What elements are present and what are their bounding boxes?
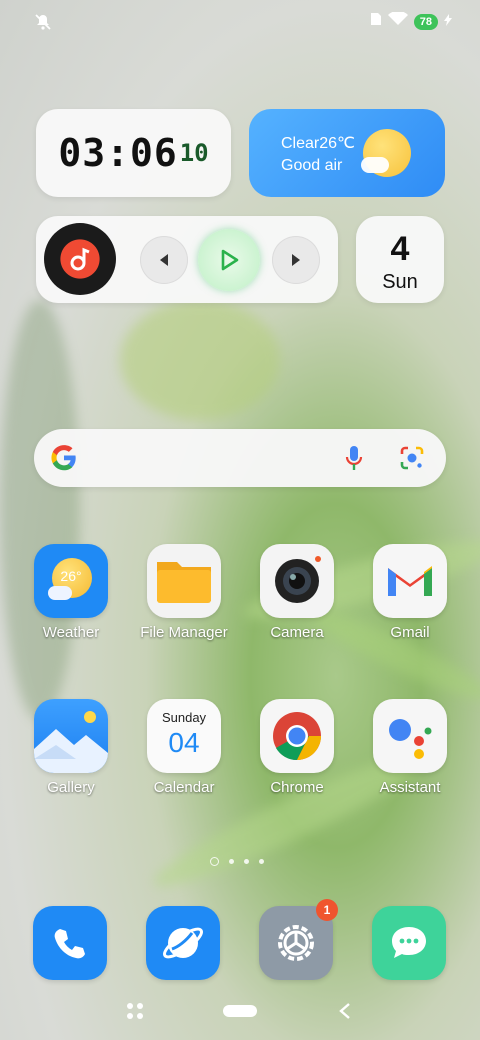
- weather-icon-temp: 26°: [60, 568, 82, 584]
- page-dot: [229, 859, 234, 864]
- clock-seconds: 10: [179, 139, 209, 167]
- app-label: Camera: [270, 624, 324, 641]
- charging-icon: [444, 13, 452, 31]
- phone-icon: [54, 929, 85, 959]
- home-button[interactable]: [223, 1005, 257, 1017]
- message-bubble-icon: [392, 927, 426, 958]
- google-logo-icon: [50, 444, 78, 477]
- gmail-icon: [373, 544, 447, 618]
- settings-gear-icon: [278, 925, 314, 961]
- phone-app[interactable]: [33, 906, 107, 980]
- page-dot-active: [210, 857, 219, 866]
- app-label: Gmail: [390, 624, 430, 641]
- google-lens-icon[interactable]: [399, 445, 425, 476]
- app-calendar[interactable]: Sunday 04 Calendar: [134, 699, 234, 796]
- back-button[interactable]: [338, 1002, 352, 1025]
- date-widget[interactable]: 4 Sun: [356, 216, 444, 303]
- sim-card-icon: [370, 12, 382, 31]
- google-search-bar[interactable]: [34, 429, 446, 487]
- assistant-icon: [373, 699, 447, 773]
- folder-icon: [147, 544, 221, 618]
- calendar-icon-date: 04: [168, 727, 200, 758]
- battery-level: 78: [413, 13, 438, 30]
- play-button[interactable]: [198, 229, 260, 291]
- clock-time: 03:06: [58, 131, 178, 175]
- status-bar: 78: [0, 0, 480, 44]
- camera-icon: [260, 544, 334, 618]
- browser-app[interactable]: [146, 906, 220, 980]
- weather-condition: Clear26℃: [281, 135, 355, 152]
- page-dot: [259, 859, 264, 864]
- previous-track-button[interactable]: [140, 236, 188, 284]
- app-label: Assistant: [379, 779, 441, 796]
- app-chrome[interactable]: Chrome: [247, 699, 347, 796]
- app-label: Weather: [42, 624, 100, 641]
- app-camera[interactable]: Camera: [247, 544, 347, 641]
- calendar-icon-weekday: Sunday: [161, 710, 207, 725]
- music-note-icon: [44, 223, 116, 295]
- previous-icon: [160, 254, 168, 266]
- browser-planet-icon: [163, 927, 203, 959]
- app-gmail[interactable]: Gmail: [360, 544, 460, 641]
- app-assistant[interactable]: Assistant: [360, 699, 460, 796]
- voice-search-mic-icon[interactable]: [344, 444, 364, 477]
- app-weather[interactable]: 26° Weather: [21, 544, 121, 641]
- page-indicator: [210, 857, 264, 866]
- chrome-icon: [260, 699, 334, 773]
- app-gallery[interactable]: Gallery: [21, 699, 121, 796]
- cloud-icon: [361, 157, 389, 173]
- gallery-icon: [34, 699, 108, 773]
- notification-badge: 1: [316, 899, 338, 921]
- app-label: Gallery: [47, 779, 95, 796]
- play-icon: [221, 249, 239, 271]
- air-quality: Good air: [281, 157, 343, 174]
- weather-widget[interactable]: Clear26℃ Good air: [249, 109, 445, 197]
- background-leaf: [0, 300, 80, 720]
- app-file-manager[interactable]: File Manager: [134, 544, 234, 641]
- notification-muted-icon: [34, 13, 54, 31]
- wifi-icon: [387, 10, 408, 31]
- recent-apps-button[interactable]: [126, 1002, 144, 1025]
- music-widget: [36, 216, 338, 303]
- page-dot: [244, 859, 249, 864]
- next-track-button[interactable]: [272, 236, 320, 284]
- app-label: File Manager: [140, 624, 228, 641]
- messages-app[interactable]: [372, 906, 446, 980]
- app-label: Calendar: [153, 779, 215, 796]
- clock-widget[interactable]: 03:06 10: [36, 109, 231, 197]
- weather-app-icon: 26°: [34, 544, 108, 618]
- app-label: Chrome: [270, 779, 324, 796]
- recent-apps-icon: [127, 1003, 143, 1019]
- date-weekday: Sun: [382, 271, 418, 293]
- navigation-bar: [0, 990, 480, 1040]
- calendar-icon: Sunday 04: [147, 699, 221, 773]
- back-chevron-icon: [339, 1003, 350, 1019]
- date-day-number: 4: [390, 230, 410, 268]
- next-icon: [292, 254, 300, 266]
- background-leaf: [120, 300, 280, 420]
